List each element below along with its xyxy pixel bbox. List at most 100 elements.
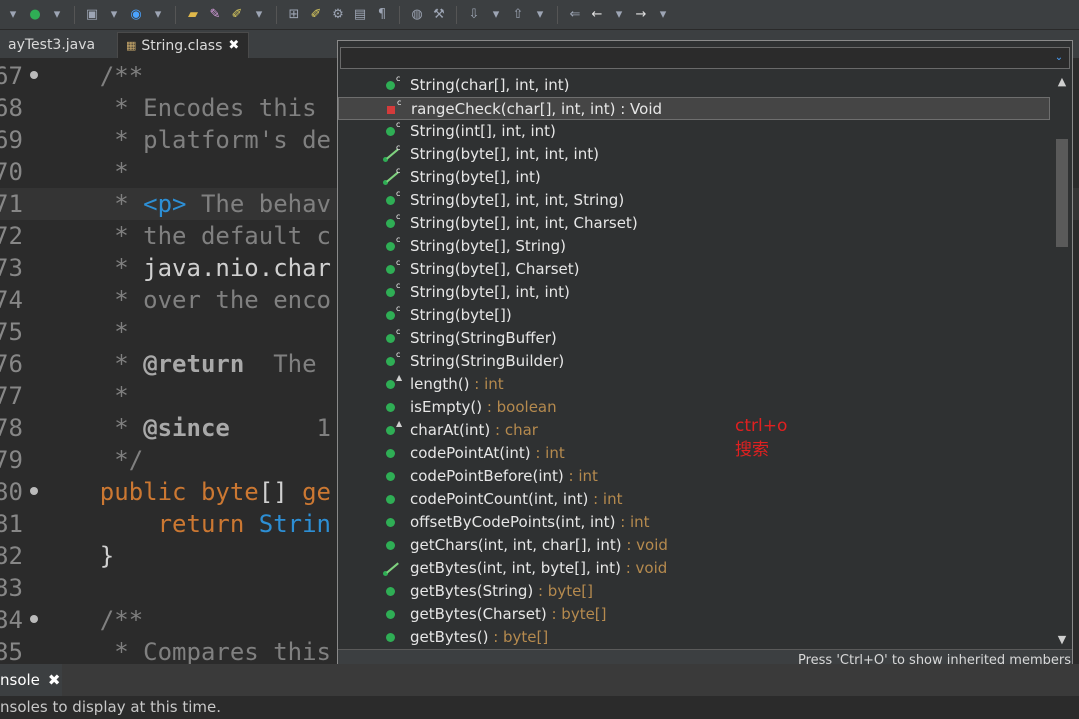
outline-item[interactable]: offsetByCodePoints(int, int) : int xyxy=(338,511,1050,534)
fold-icon[interactable] xyxy=(30,615,38,623)
dropdown-icon[interactable]: ▾ xyxy=(610,6,628,24)
outline-item[interactable]: c String(byte[], int) xyxy=(338,166,1050,189)
filter-input[interactable]: ⌄ xyxy=(340,47,1070,69)
last-edit-icon[interactable]: ⇐ xyxy=(566,6,584,24)
close-icon[interactable]: ✖ xyxy=(48,671,61,689)
outline-item[interactable]: c String(byte[], int, int, Charset) xyxy=(338,212,1050,235)
tab-raytest3[interactable]: ayTest3.java xyxy=(0,32,112,58)
outline-item[interactable]: getBytes() : byte[] xyxy=(338,626,1050,649)
dropdown-icon[interactable]: ▾ xyxy=(48,6,66,24)
outline-item[interactable]: c String(byte[], int, int, String) xyxy=(338,189,1050,212)
outline-item[interactable]: codePointBefore(int) : int xyxy=(338,465,1050,488)
quick-outline-popup: ⌄ c String(char[], int, int) c rangeCheck(c… xyxy=(337,40,1073,672)
tab-console[interactable]: nsole ✖ xyxy=(0,664,62,696)
prev-annotation-icon[interactable]: ⇧ xyxy=(509,6,527,24)
next-annotation-icon[interactable]: ⇩ xyxy=(465,6,483,24)
code-token: @return xyxy=(143,350,245,378)
outline-item[interactable]: codePointCount(int, int) : int xyxy=(338,488,1050,511)
scroll-down-icon[interactable]: ▼ xyxy=(1054,633,1070,647)
pilcrow-icon[interactable]: ¶ xyxy=(373,6,391,24)
outline-item-text: length() : int xyxy=(410,373,504,396)
annotation-line-1: ctrl+o xyxy=(735,416,788,436)
scroll-thumb[interactable] xyxy=(1056,139,1068,247)
return-type: : int xyxy=(530,444,565,462)
code-token: 1 xyxy=(229,414,332,442)
code-token: [] xyxy=(258,478,303,506)
line-number: 76 xyxy=(0,350,23,378)
outline-item[interactable]: codePointAt(int) : int xyxy=(338,442,1050,465)
outline-item[interactable]: getBytes(String) : byte[] xyxy=(338,580,1050,603)
view-menu-icon[interactable]: ⌄ xyxy=(1053,52,1065,64)
tool-icon[interactable]: ▾ xyxy=(4,6,22,24)
code-text: return Strin xyxy=(42,508,331,540)
open-folder-icon[interactable]: ▰ xyxy=(184,6,202,24)
outline-item[interactable]: c String(byte[]) xyxy=(338,304,1050,327)
private-method-icon xyxy=(387,106,395,114)
run-icon[interactable]: ● xyxy=(26,6,44,24)
back-icon[interactable]: ← xyxy=(588,6,606,24)
outline-item[interactable]: c String(StringBuffer) xyxy=(338,327,1050,350)
line-number: 83 xyxy=(0,574,23,602)
outline-scrollbar[interactable]: ▲ ▼ xyxy=(1054,75,1070,647)
brush-icon[interactable]: ✐ xyxy=(228,6,246,24)
fold-icon[interactable] xyxy=(30,487,38,495)
outline-item[interactable]: c String(int[], int, int) xyxy=(338,120,1050,143)
doc-icon[interactable]: ▤ xyxy=(351,6,369,24)
code-token: @since xyxy=(143,414,230,442)
decorator-icon: ▲ xyxy=(396,373,403,382)
deprecated-method-icon xyxy=(382,559,400,577)
outline-item[interactable]: getChars(int, int, char[], int) : void xyxy=(338,534,1050,557)
dropdown-icon[interactable]: ▾ xyxy=(250,6,268,24)
task-icon[interactable]: ⚙ xyxy=(329,6,347,24)
outline-item-text: String(int[], int, int) xyxy=(410,120,556,143)
decorator-icon: c xyxy=(396,166,401,175)
edit-icon[interactable]: ✎ xyxy=(206,6,224,24)
outline-item[interactable]: ▲ length() : int xyxy=(338,373,1050,396)
member-signature: String(StringBuffer) xyxy=(410,329,557,347)
code-text: * Compares this xyxy=(42,636,331,664)
new-icon[interactable]: ▣ xyxy=(83,6,101,24)
globe-icon[interactable]: ◉ xyxy=(127,6,145,24)
tab-string-class[interactable]: ▦ String.class ✖ xyxy=(117,32,249,58)
mark-icon[interactable]: ✐ xyxy=(307,6,325,24)
decorator-icon: c xyxy=(396,212,401,221)
outline-item[interactable]: getBytes(int, int, byte[], int) : void xyxy=(338,557,1050,580)
fold-icon[interactable] xyxy=(30,71,38,79)
scroll-up-icon[interactable]: ▲ xyxy=(1054,75,1070,89)
build-icon[interactable]: ⚒ xyxy=(430,6,448,24)
code-text: * xyxy=(42,156,128,188)
web-icon[interactable]: ◍ xyxy=(408,6,426,24)
outline-item-text: String(byte[], int, int) xyxy=(410,281,570,304)
dropdown-icon[interactable]: ▾ xyxy=(531,6,549,24)
forward-icon[interactable]: → xyxy=(632,6,650,24)
outline-item[interactable]: c String(byte[], int, int) xyxy=(338,281,1050,304)
code-token: * xyxy=(42,414,144,442)
outline-item[interactable]: c String(byte[], int, int, int) xyxy=(338,143,1050,166)
outline-item-text: String(byte[], int) xyxy=(410,166,541,189)
dropdown-icon[interactable]: ▾ xyxy=(654,6,672,24)
outline-item[interactable]: c String(byte[], String) xyxy=(338,235,1050,258)
member-signature: rangeCheck(char[], int, int) : Void xyxy=(411,100,663,118)
dropdown-icon[interactable]: ▾ xyxy=(487,6,505,24)
outline-item[interactable]: isEmpty() : boolean xyxy=(338,396,1050,419)
member-signature: codePointAt(int) xyxy=(410,444,531,462)
outline-item[interactable]: getBytes(Charset) : byte[] xyxy=(338,603,1050,626)
console-tab-label: nsole xyxy=(0,671,40,689)
return-type: : int xyxy=(469,375,504,393)
code-token: The behav xyxy=(186,190,332,218)
outline-item-text: getBytes() : byte[] xyxy=(410,626,548,649)
dropdown-icon[interactable]: ▾ xyxy=(105,6,123,24)
return-type: : byte[] xyxy=(488,628,549,646)
outline-item[interactable]: c String(byte[], Charset) xyxy=(338,258,1050,281)
member-signature: getBytes(Charset) xyxy=(410,605,547,623)
outline-item[interactable]: c String(StringBuilder) xyxy=(338,350,1050,373)
outline-item[interactable]: c rangeCheck(char[], int, int) : Void xyxy=(338,97,1050,120)
outline-icon[interactable]: ⊞ xyxy=(285,6,303,24)
outline-item[interactable]: ▲ charAt(int) : char xyxy=(338,419,1050,442)
dropdown-icon[interactable]: ▾ xyxy=(149,6,167,24)
line-number: 69 xyxy=(0,126,23,154)
close-icon[interactable]: ✖ xyxy=(228,38,239,53)
toolbar-separator xyxy=(399,5,400,24)
member-signature: codePointBefore(int) xyxy=(410,467,564,485)
outline-item[interactable]: c String(char[], int, int) xyxy=(338,74,1050,97)
